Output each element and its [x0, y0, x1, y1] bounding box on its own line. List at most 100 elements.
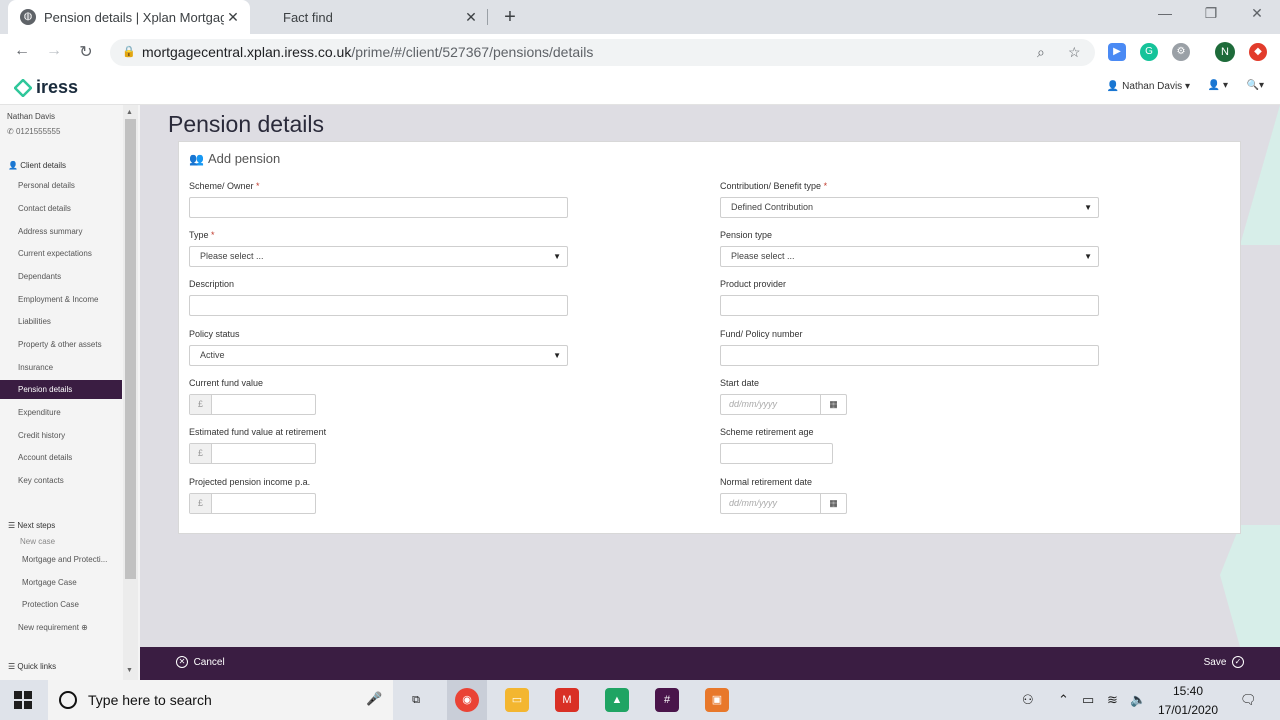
zoom-icon[interactable]: ⌕	[1037, 39, 1045, 66]
policy-status-select[interactable]: Active ▼	[189, 345, 568, 366]
url-host: mortgagecentral.xplan.iress.co.uk	[142, 44, 352, 60]
zoom-extension-icon[interactable]: ▶	[1108, 43, 1126, 61]
grammarly-extension-icon[interactable]: G	[1140, 43, 1158, 61]
sidebar-item-pension-details[interactable]: Pension details	[0, 380, 122, 399]
sidebar-item-property-assets[interactable]: Property & other assets	[18, 340, 102, 349]
estimated-fund-value-input[interactable]: £	[189, 443, 316, 464]
restore-icon[interactable]: ❐	[1201, 5, 1221, 22]
pension-type-select[interactable]: Please select ... ▼	[720, 246, 1099, 267]
minimize-icon[interactable]: —	[1155, 5, 1175, 21]
case-item-mortgage[interactable]: Mortgage Case	[22, 578, 77, 587]
tray-chevron-up-icon[interactable]: ⌃	[1058, 692, 1069, 708]
normal-retirement-date-label: Normal retirement date	[720, 477, 813, 487]
cancel-circle-icon: ✕	[176, 656, 188, 668]
calendar-icon[interactable]: ▦	[820, 494, 846, 513]
wifi-icon[interactable]: ≋	[1107, 692, 1118, 708]
calendar-icon[interactable]: ▦	[820, 395, 846, 414]
case-item-protection[interactable]: Protection Case	[22, 600, 79, 609]
search-menu[interactable]: 🔍▾	[1247, 80, 1264, 91]
google-drive-icon[interactable]: ▲	[605, 688, 629, 712]
check-circle-icon: ✓	[1232, 656, 1244, 668]
browser-tab-strip: ◍ Pension details | Xplan Mortgage ✕ Fac…	[0, 0, 1280, 34]
sidebar-item-dependants[interactable]: Dependants	[18, 272, 61, 281]
current-fund-value-input[interactable]: £	[189, 394, 316, 415]
task-view-icon[interactable]: ⧉	[404, 688, 428, 712]
close-tab-icon[interactable]: ✕	[462, 9, 480, 26]
new-case-label: New case	[20, 537, 56, 546]
projected-income-input[interactable]: £	[189, 493, 316, 514]
slack-icon[interactable]: #	[655, 688, 679, 712]
extension-red-icon[interactable]: ◆	[1249, 43, 1267, 61]
scroll-down-icon[interactable]: ▼	[126, 667, 133, 674]
quick-links-heading[interactable]: ☰ Quick links	[8, 662, 56, 671]
sidebar-item-key-contacts[interactable]: Key contacts	[18, 476, 64, 485]
reload-icon[interactable]: ↻	[76, 42, 96, 62]
chevron-down-icon: ▾	[1184, 81, 1190, 92]
forward-icon[interactable]: →	[44, 42, 64, 60]
gmail-icon[interactable]: M	[555, 688, 579, 712]
microphone-icon[interactable]: 🎤	[366, 691, 382, 707]
sidebar-item-contact-details[interactable]: Contact details	[18, 204, 71, 213]
taskbar-search[interactable]: Type here to search 🎤	[48, 680, 393, 720]
next-steps-heading[interactable]: ☰ Next steps	[8, 521, 55, 530]
add-pension-card: 👥 Add pension Scheme/ Owner * Type * Ple…	[178, 141, 1241, 534]
clock-date[interactable]: 17/01/2020	[1156, 703, 1220, 717]
type-select[interactable]: Please select ... ▼	[189, 246, 568, 267]
sidebar-item-address-summary[interactable]: Address summary	[18, 227, 82, 236]
new-tab-button[interactable]: +	[500, 6, 520, 29]
case-item-mortgage-protection[interactable]: Mortgage and Protecti...	[22, 555, 107, 564]
product-provider-input[interactable]	[720, 295, 1099, 316]
app-icon[interactable]: ▣	[705, 688, 729, 712]
new-requirement-link[interactable]: New requirement ⊕	[18, 623, 88, 632]
description-input[interactable]	[189, 295, 568, 316]
volume-icon[interactable]: 🔈	[1130, 692, 1146, 708]
chevron-down-icon: ▾	[1258, 80, 1264, 91]
tab-fact-find[interactable]: Fact find ✕	[250, 0, 488, 34]
back-icon[interactable]: ←	[12, 42, 32, 60]
fund-policy-number-input[interactable]	[720, 345, 1099, 366]
globe-icon: ◍	[20, 9, 36, 25]
scheme-owner-input[interactable]	[189, 197, 568, 218]
notifications-icon[interactable]: 🗨	[1240, 692, 1257, 708]
chrome-icon[interactable]: ◉	[455, 688, 479, 712]
close-window-icon[interactable]: ✕	[1247, 5, 1267, 22]
pension-type-label: Pension type	[720, 230, 773, 240]
sidebar-item-insurance[interactable]: Insurance	[18, 363, 53, 372]
sidebar-scroll-thumb[interactable]	[125, 119, 136, 579]
battery-icon[interactable]: ▭	[1082, 692, 1094, 708]
address-bar[interactable]: 🔒 mortgagecentral.xplan.iress.co.uk/prim…	[110, 39, 1095, 66]
client-phone: ✆ 0121555555	[7, 127, 60, 136]
dropdown-caret-icon: ▼	[553, 351, 561, 360]
save-button[interactable]: Save ✓	[1204, 656, 1244, 668]
cancel-button[interactable]: ✕ Cancel	[176, 656, 225, 668]
normal-retirement-date-input[interactable]: dd/mm/yyyy ▦	[720, 493, 847, 514]
sidebar-item-personal-details[interactable]: Personal details	[18, 181, 75, 190]
user-menu[interactable]: 👤 Nathan Davis ▾	[1107, 81, 1190, 92]
sidebar-item-liabilities[interactable]: Liabilities	[18, 317, 51, 326]
windows-start-icon[interactable]	[14, 691, 32, 709]
close-tab-icon[interactable]: ✕	[224, 9, 242, 26]
extension-icon[interactable]: ⚙	[1172, 43, 1190, 61]
list-icon: ☰	[8, 521, 18, 530]
sidebar-item-expenditure[interactable]: Expenditure	[18, 408, 61, 417]
iress-logo[interactable]: iress	[14, 77, 78, 98]
people-icon[interactable]: ⚇	[1022, 692, 1034, 708]
client-menu[interactable]: 👤 ▾	[1208, 80, 1228, 91]
sidebar-item-credit-history[interactable]: Credit history	[18, 431, 65, 440]
sidebar-item-account-details[interactable]: Account details	[18, 453, 72, 462]
page-title: Pension details	[168, 111, 324, 137]
file-explorer-icon[interactable]: ▭	[505, 688, 529, 712]
tab-pension-details[interactable]: ◍ Pension details | Xplan Mortgage ✕	[8, 0, 250, 34]
bookmark-star-icon[interactable]: ☆	[1068, 39, 1081, 66]
profile-avatar[interactable]: N	[1215, 42, 1235, 62]
next-steps-label: Next steps	[17, 521, 56, 530]
sidebar-item-employment-income[interactable]: Employment & Income	[18, 295, 98, 304]
sidebar-item-current-expectations[interactable]: Current expectations	[18, 249, 92, 258]
pension-type-value: Please select ...	[731, 251, 795, 261]
client-details-heading[interactable]: 👤 Client details	[8, 161, 66, 170]
contribution-type-select[interactable]: Defined Contribution ▼	[720, 197, 1099, 218]
scheme-retirement-age-input[interactable]	[720, 443, 833, 464]
clock-time[interactable]: 15:40	[1156, 684, 1220, 698]
start-date-input[interactable]: dd/mm/yyyy ▦	[720, 394, 847, 415]
scroll-up-icon[interactable]: ▲	[126, 109, 133, 116]
